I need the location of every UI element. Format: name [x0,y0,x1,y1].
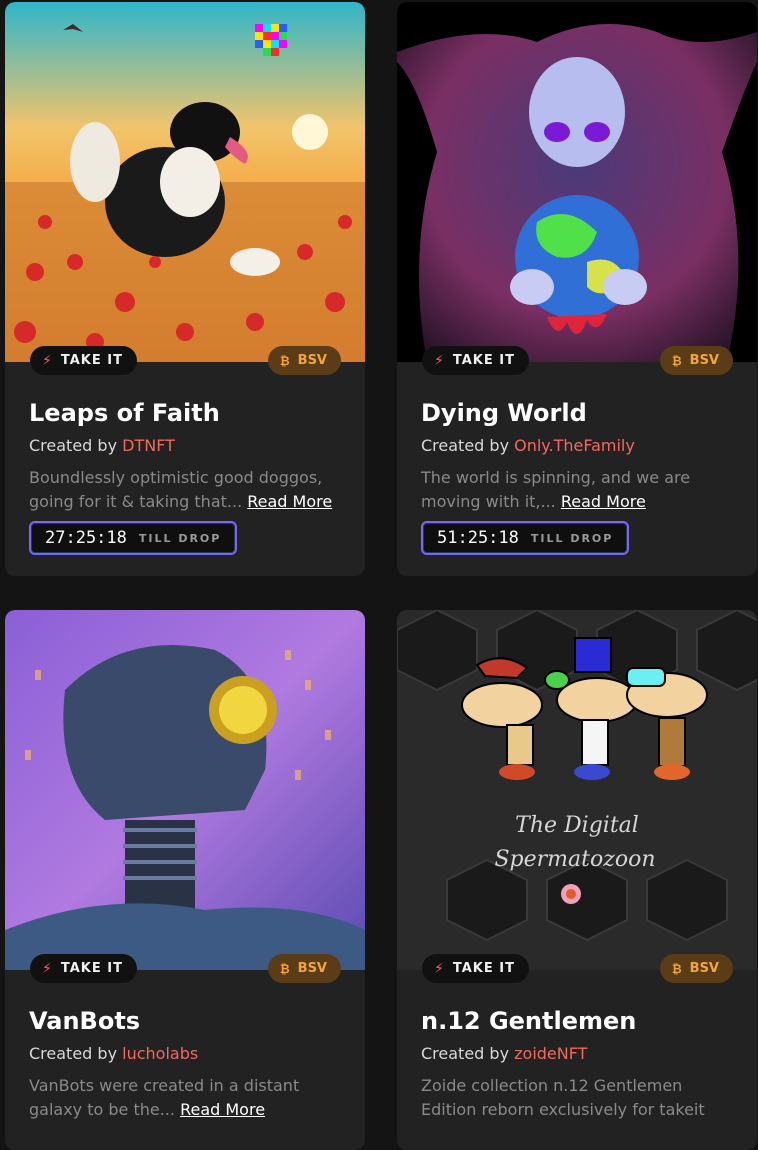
nft-description: Zoide collection n.12 Gentlemen Edition … [421,1074,741,1122]
bitcoin-icon: ₿ [279,353,290,368]
nft-description: The world is spinning, and we are moving… [421,466,741,514]
read-more-link[interactable]: Read More [180,1100,265,1119]
drop-timer: 27:25:18 TILL DROP [29,521,238,555]
read-more-link[interactable]: Read More [561,492,646,511]
take-it-label: TAKE IT [452,353,515,368]
creator-link[interactable]: zoideNFT [514,1044,587,1063]
currency-badge: ₿ BSV [267,346,341,375]
nft-description: Boundlessly optimistic good doggos, goin… [29,466,349,514]
creator-link[interactable]: DTNFT [122,436,175,455]
art-caption-line2: Spermatozoon [494,847,655,872]
art-caption-line1: The Digital [515,813,639,838]
created-by-label: Created by [29,1044,118,1063]
currency-label: BSV [297,961,327,976]
dog-painting-image [5,2,365,362]
take-it-label: TAKE IT [60,961,123,976]
take-it-button[interactable]: ⚡︎ TAKE IT [30,346,137,375]
nft-title[interactable]: Leaps of Faith [29,399,220,427]
currency-label: BSV [297,353,327,368]
timer-value: 27:25:18 [45,528,127,548]
creator-link[interactable]: lucholabs [122,1044,198,1063]
currency-label: BSV [689,353,719,368]
timer-value: 51:25:18 [437,528,519,548]
currency-badge: ₿ BSV [659,954,733,983]
drop-timer: 51:25:18 TILL DROP [421,521,630,555]
creator-line: Created by DTNFT [29,436,175,455]
alien-globe-image [397,2,757,362]
created-by-label: Created by [421,436,510,455]
nft-description: VanBots were created in a distant galaxy… [29,1074,349,1122]
gentlemen-artwork-image: The Digital Spermatozoon [397,610,757,970]
till-drop-label: TILL DROP [530,531,614,545]
nft-artwork[interactable] [5,610,365,970]
bitcoin-icon: ₿ [671,961,682,976]
till-drop-label: TILL DROP [138,531,222,545]
description-text: The world is spinning, and we are moving… [421,468,691,511]
created-by-label: Created by [29,436,118,455]
take-it-label: TAKE IT [60,353,123,368]
nft-card-dying-world[interactable]: ⚡︎ TAKE IT ₿ BSV Dying World Created by … [397,2,757,576]
currency-label: BSV [689,961,719,976]
nft-card-leaps-of-faith[interactable]: ⚡︎ TAKE IT ₿ BSV Leaps of Faith Created … [5,2,365,576]
take-it-button[interactable]: ⚡︎ TAKE IT [422,346,529,375]
nft-artwork[interactable] [5,2,365,362]
currency-badge: ₿ BSV [659,346,733,375]
lightning-icon: ⚡︎ [42,960,53,977]
robot-painting-image [5,610,365,970]
nft-artwork[interactable]: The Digital Spermatozoon [397,610,757,970]
take-it-button[interactable]: ⚡︎ TAKE IT [30,954,137,983]
bitcoin-icon: ₿ [671,353,682,368]
lightning-icon: ⚡︎ [434,960,445,977]
nft-card-vanbots[interactable]: ⚡︎ TAKE IT ₿ BSV VanBots Created by luch… [5,610,365,1150]
creator-line: Created by Only.TheFamily [421,436,635,455]
nft-title[interactable]: n.12 Gentlemen [421,1007,636,1035]
take-it-button[interactable]: ⚡︎ TAKE IT [422,954,529,983]
bitcoin-icon: ₿ [279,961,290,976]
currency-badge: ₿ BSV [267,954,341,983]
lightning-icon: ⚡︎ [434,352,445,369]
nft-artwork[interactable] [397,2,757,362]
nft-card-n12-gentlemen[interactable]: The Digital Spermatozoon ⚡︎ TAKE IT ₿ BS… [397,610,757,1150]
read-more-link[interactable]: Read More [247,492,332,511]
creator-line: Created by zoideNFT [421,1044,587,1063]
created-by-label: Created by [421,1044,510,1063]
nft-title[interactable]: Dying World [421,399,587,427]
description-text: Zoide collection n.12 Gentlemen Edition … [421,1076,705,1119]
creator-line: Created by lucholabs [29,1044,198,1063]
creator-link[interactable]: Only.TheFamily [514,436,635,455]
lightning-icon: ⚡︎ [42,352,53,369]
nft-title[interactable]: VanBots [29,1007,140,1035]
take-it-label: TAKE IT [452,961,515,976]
